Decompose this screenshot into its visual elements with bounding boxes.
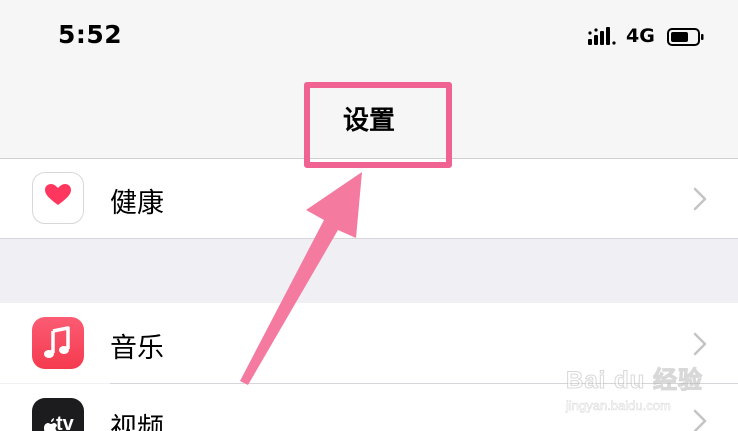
network-type: 4G bbox=[626, 25, 655, 47]
settings-screen: 5:52 4G 设置 健康 音乐 tv 视频 Bai du 经验 jingyan… bbox=[0, 0, 738, 431]
status-time: 5:52 bbox=[58, 20, 123, 49]
cellular-signal-icon bbox=[588, 27, 616, 45]
section-separator bbox=[0, 238, 738, 304]
battery-icon bbox=[667, 28, 704, 46]
settings-row-label: 健康 bbox=[110, 188, 164, 219]
status-bar: 5:52 4G bbox=[0, 0, 738, 78]
annotation-highlight-box bbox=[304, 82, 452, 168]
chevron-right-icon bbox=[693, 187, 707, 211]
apple-tv-icon: tv bbox=[32, 398, 84, 431]
watermark-main-text: Bai du 经验 bbox=[565, 367, 704, 395]
baidu-watermark: Bai du 经验 jingyan.baidu.com bbox=[565, 352, 736, 422]
health-heart-icon bbox=[32, 172, 84, 224]
music-note-icon bbox=[32, 317, 84, 369]
tv-label: tv bbox=[56, 413, 74, 431]
watermark-sub-text: jingyan.baidu.com bbox=[566, 398, 671, 414]
settings-row-health[interactable]: 健康 bbox=[0, 159, 738, 238]
settings-row-label: 视频 bbox=[110, 413, 164, 431]
settings-row-label: 音乐 bbox=[110, 333, 164, 364]
